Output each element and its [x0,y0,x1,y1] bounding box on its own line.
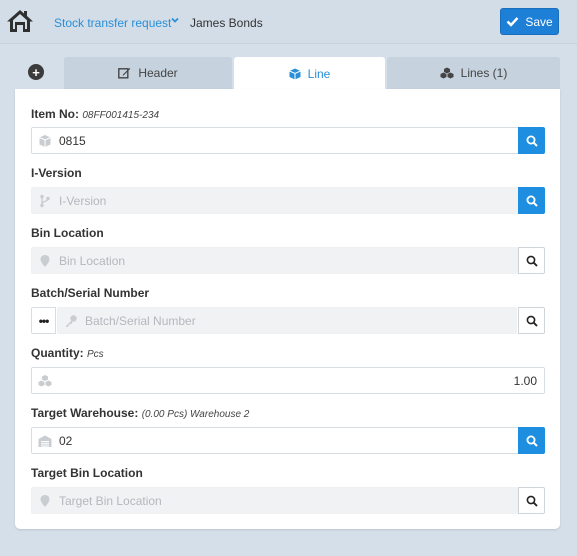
i-version-search-button[interactable] [518,187,545,214]
home-icon[interactable] [5,8,35,34]
tab-line[interactable]: Line [234,57,385,90]
map-marker-icon [40,255,50,267]
target-bin-location-input: Target Bin Location [31,487,518,514]
bin-location-search-button[interactable] [518,247,545,274]
search-icon [526,435,538,447]
tab-lines[interactable]: Lines (1) [387,57,560,89]
search-icon [526,495,538,507]
i-version-label: I-Version [31,166,82,180]
bin-location-label: Bin Location [31,226,104,240]
quantity-unit: Pcs [87,349,104,360]
warehouse-icon [38,435,52,447]
quantity-label: Quantity: Pcs [31,346,104,360]
tab-lines-label: Lines (1) [460,66,508,80]
batch-serial-placeholder: Batch/Serial Number [85,314,196,328]
target-warehouse-info: (0.00 Pcs) Warehouse 2 [141,409,250,420]
search-icon [526,255,538,267]
tab-header[interactable]: Header [64,57,232,89]
item-no-label: Item No: 08FF001415-234 [31,107,159,121]
add-button[interactable]: + [28,64,44,80]
target-bin-location-search-button[interactable] [518,487,545,514]
bin-location-input: Bin Location [31,247,518,274]
item-no-search-button[interactable] [518,127,545,154]
search-icon [526,195,538,207]
target-bin-location-placeholder: Target Bin Location [59,494,162,508]
item-no-input[interactable]: 0815 [31,127,519,154]
target-warehouse-search-button[interactable] [518,427,545,454]
tab-header-label: Header [138,66,178,80]
i-version-placeholder: I-Version [59,194,107,208]
cubes-icon [38,375,52,387]
more-button[interactable]: ••• [31,307,56,334]
item-no-label-text: Item No: [31,107,79,121]
chevron-down-icon[interactable] [171,16,179,27]
item-no-code: 08FF001415-234 [82,110,160,121]
save-label: Save [525,14,553,29]
map-marker-icon [40,495,50,507]
tab-line-label: Line [307,66,331,81]
bin-location-placeholder: Bin Location [59,254,126,268]
i-version-input: I-Version [31,187,519,214]
batch-serial-input: Batch/Serial Number [57,307,517,334]
save-button[interactable]: Save [500,8,559,35]
check-icon [506,17,519,27]
search-icon [526,135,538,147]
breadcrumb-link[interactable]: Stock transfer request [54,16,171,30]
top-bar: Stock transfer request James Bonds Save [0,0,577,44]
batch-serial-search-button[interactable] [518,307,545,334]
item-no-value: 0815 [59,134,86,148]
target-warehouse-input[interactable]: 02 [31,427,519,454]
target-warehouse-label: Target Warehouse: (0.00 Pcs) Warehouse 2 [31,406,249,420]
quantity-label-text: Quantity: [31,346,84,360]
key-icon [66,315,77,327]
batch-serial-label: Batch/Serial Number [31,286,150,300]
quantity-value: 1.00 [513,374,537,388]
cube-icon [39,135,51,147]
cube-icon [288,68,301,79]
target-warehouse-value: 02 [59,434,73,448]
target-bin-location-label: Target Bin Location [31,466,143,480]
branch-icon [40,194,50,208]
user-name: James Bonds [190,16,263,30]
search-icon [526,315,538,327]
cubes-icon [440,67,454,79]
target-warehouse-label-text: Target Warehouse: [31,406,139,420]
edit-icon [118,68,131,79]
quantity-input[interactable]: 1.00 [31,367,545,394]
